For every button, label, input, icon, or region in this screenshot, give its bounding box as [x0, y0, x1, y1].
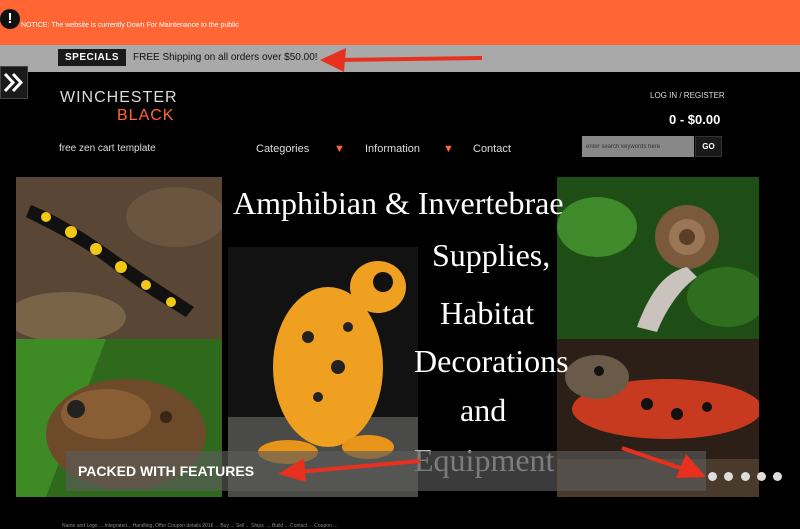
nav-categories[interactable]: Categories: [256, 143, 309, 155]
slide-heading-line-5: and: [460, 392, 507, 428]
snail-photo: [557, 177, 759, 339]
annotation-arrow-dots-icon: [621, 446, 706, 478]
slider-dot-3[interactable]: [741, 472, 750, 481]
footer-text: Name and Logo ... Integrated... Handling…: [62, 523, 338, 529]
cart-total[interactable]: 0 - $0.00: [669, 112, 720, 127]
annotation-arrow-specials-icon: [320, 48, 483, 72]
logo-text-black[interactable]: BLACK: [117, 107, 174, 125]
annotation-arrow-caption-icon: [278, 458, 421, 482]
slide-caption: PACKED WITH FEATURES: [78, 463, 255, 479]
login-register-link[interactable]: LOG IN / REGISTER: [650, 91, 725, 100]
categories-dropdown-icon[interactable]: ▼: [334, 143, 345, 155]
logo-text-winchester[interactable]: WINCHESTER: [60, 89, 178, 107]
information-dropdown-icon[interactable]: ▼: [443, 143, 454, 155]
notice-text: NOTICE: The website is currently Down Fo…: [21, 22, 239, 29]
maintenance-notice-bar: ! NOTICE: The website is currently Down …: [0, 0, 800, 45]
slider-dot-5[interactable]: [773, 472, 782, 481]
double-chevron-right-icon: [3, 72, 24, 93]
salamander-photo: [16, 177, 222, 339]
specials-badge[interactable]: SPECIALS: [58, 49, 127, 66]
slide-heading-line-4: Decorations: [414, 343, 569, 379]
slider-dot-2[interactable]: [724, 472, 733, 481]
search-go-button[interactable]: GO: [695, 136, 722, 157]
side-panel-toggle[interactable]: [0, 66, 28, 99]
exclamation-icon: !: [0, 9, 20, 29]
search-input[interactable]: [582, 136, 694, 157]
nav-contact[interactable]: Contact: [473, 143, 511, 155]
nav-information[interactable]: Information: [365, 143, 420, 155]
slide-heading-line-1: Amphibian & Invertebrae: [233, 185, 564, 221]
slide-heading-line-2: Supplies,: [432, 237, 551, 273]
slider-dot-4[interactable]: [757, 472, 766, 481]
free-shipping-text: FREE Shipping on all orders over $50.00!: [133, 52, 318, 63]
slide-heading-line-3: Habitat: [440, 295, 535, 331]
site-tagline: free zen cart template: [59, 143, 156, 154]
